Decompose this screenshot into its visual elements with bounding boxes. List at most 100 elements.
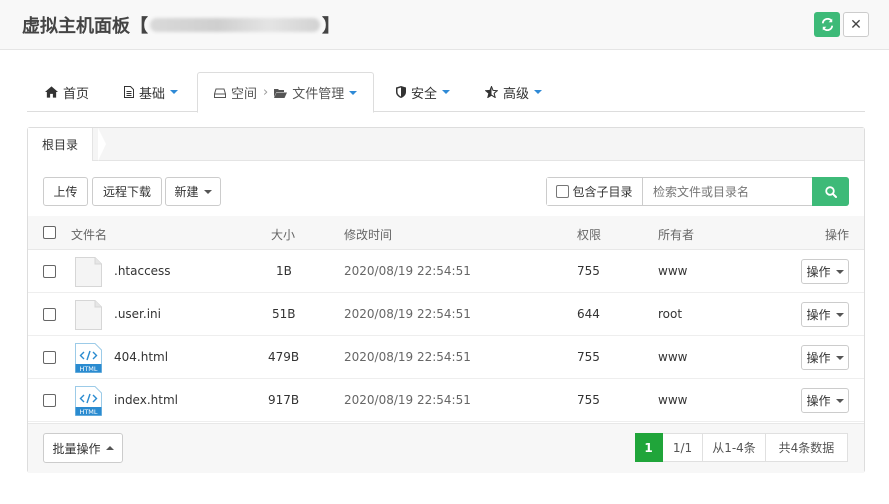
tab-security[interactable]: 安全 — [396, 72, 451, 112]
chevron-down-icon — [835, 398, 844, 403]
new-button[interactable]: 新建 — [165, 177, 221, 206]
table-row[interactable]: .htaccess 1B 2020/08/19 22:54:51 755 www… — [28, 250, 864, 293]
row-checkbox[interactable] — [43, 351, 56, 364]
file-size: 51B — [272, 307, 296, 321]
search-group: 包含子目录 — [546, 177, 849, 206]
page-total-label: 1/1 — [672, 440, 693, 455]
pagination: 1 1/1 从1-4条 共4条数据 — [635, 433, 848, 462]
page-current[interactable]: 1 — [635, 433, 663, 462]
col-mtime[interactable]: 修改时间 — [344, 226, 392, 243]
row-actions-label: 操作 — [806, 265, 831, 279]
star-icon — [485, 86, 498, 98]
page-total: 1/1 — [663, 433, 703, 462]
col-name[interactable]: 文件名 — [71, 226, 107, 243]
record-count-label: 共4条数据 — [778, 441, 835, 455]
row-actions-button[interactable]: 操作 — [801, 259, 849, 284]
refresh-button[interactable] — [814, 12, 840, 37]
file-owner[interactable]: root — [658, 307, 682, 321]
file-perm[interactable]: 644 — [577, 307, 600, 321]
chevron-down-icon — [203, 189, 212, 194]
drive-icon — [214, 88, 226, 98]
row-actions-button[interactable]: 操作 — [801, 302, 849, 327]
tab-basic-label: 基础 — [139, 86, 166, 102]
file-perm[interactable]: 755 — [577, 264, 600, 278]
chevron-down-icon — [835, 355, 844, 360]
col-perm[interactable]: 权限 — [577, 226, 601, 243]
chevron-right-icon: › — [263, 85, 269, 100]
include-subdir-toggle[interactable]: 包含子目录 — [547, 178, 643, 205]
breadcrumb-root-label: 根目录 — [42, 138, 79, 152]
table-row[interactable]: .user.ini 51B 2020/08/19 22:54:51 644 ro… — [28, 293, 864, 336]
redacted-hostname — [150, 18, 320, 32]
file-name[interactable]: index.html — [114, 393, 178, 407]
batch-actions-label: 批量操作 — [52, 441, 101, 456]
file-name[interactable]: .user.ini — [114, 307, 161, 321]
select-all-checkbox[interactable] — [43, 226, 56, 239]
tab-advanced-label: 高级 — [503, 86, 530, 102]
file-name[interactable]: 404.html — [114, 350, 168, 364]
file-mtime: 2020/08/19 22:54:51 — [344, 350, 471, 364]
search-icon — [824, 185, 837, 198]
record-count: 共4条数据 — [766, 433, 848, 462]
shield-icon — [396, 86, 406, 98]
file-owner[interactable]: www — [658, 264, 687, 278]
col-size[interactable]: 大小 — [271, 226, 295, 243]
upload-button-label: 上传 — [53, 185, 78, 199]
remote-download-label: 远程下载 — [102, 185, 151, 199]
row-checkbox[interactable] — [43, 265, 56, 278]
home-icon — [45, 86, 58, 98]
row-actions-button[interactable]: 操作 — [801, 345, 849, 370]
table-row[interactable]: HTML 404.html 479B 2020/08/19 22:54:51 7… — [28, 336, 864, 379]
file-icon — [75, 300, 102, 330]
chevron-up-icon — [105, 446, 114, 450]
remote-download-button[interactable]: 远程下载 — [92, 177, 162, 206]
file-name[interactable]: .htaccess — [114, 264, 171, 278]
breadcrumb-root[interactable]: 根目录 — [28, 128, 94, 161]
tab-space-label: 空间 — [231, 87, 258, 102]
file-mtime: 2020/08/19 22:54:51 — [344, 264, 471, 278]
tab-advanced[interactable]: 高级 — [485, 72, 543, 112]
page-range: 从1-4条 — [703, 433, 766, 462]
file-owner[interactable]: www — [658, 393, 687, 407]
row-actions-label: 操作 — [806, 351, 831, 365]
virtual-host-panel-modal: 虚拟主机面板【 】 ✕ 首页 基础 空间 › 文件管理 安全 高级 根目录 上传… — [0, 0, 889, 504]
include-subdir-label: 包含子目录 — [572, 185, 633, 199]
chevron-down-icon — [170, 90, 179, 94]
tab-basic[interactable]: 基础 — [124, 72, 179, 112]
col-owner[interactable]: 所有者 — [658, 226, 694, 243]
chevron-down-icon — [835, 312, 844, 317]
row-checkbox[interactable] — [43, 308, 56, 321]
file-size: 1B — [276, 264, 292, 278]
html-file-icon: HTML — [75, 386, 102, 416]
close-button[interactable]: ✕ — [843, 12, 869, 37]
tab-home[interactable]: 首页 — [45, 72, 89, 112]
chevron-down-icon — [442, 90, 451, 94]
modal-title: 虚拟主机面板【 】 — [22, 12, 340, 38]
tab-file-manager-label: 文件管理 — [292, 87, 345, 102]
table-row[interactable]: HTML index.html 917B 2020/08/19 22:54:51… — [28, 379, 864, 422]
file-manager-panel: 根目录 上传 远程下载 新建 包含子目录 文件名 大小 — [27, 127, 865, 473]
html-badge-text: HTML — [79, 365, 97, 373]
file-perm[interactable]: 755 — [577, 350, 600, 364]
include-subdir-checkbox[interactable] — [556, 185, 570, 198]
title-suffix: 】 — [322, 16, 340, 37]
folder-open-icon — [274, 88, 288, 98]
upload-button[interactable]: 上传 — [43, 177, 88, 206]
file-perm[interactable]: 755 — [577, 393, 600, 407]
close-icon: ✕ — [850, 16, 862, 33]
title-prefix: 虚拟主机面板【 — [22, 16, 148, 37]
row-actions-button[interactable]: 操作 — [801, 388, 849, 413]
row-checkbox[interactable] — [43, 394, 56, 407]
file-owner[interactable]: www — [658, 350, 687, 364]
tab-space[interactable]: 空间 › 文件管理 — [197, 72, 375, 113]
new-button-label: 新建 — [174, 185, 199, 199]
table-footer: 批量操作 1 1/1 从1-4条 共4条数据 — [28, 423, 864, 473]
page-current-label: 1 — [644, 440, 653, 455]
modal-header: 虚拟主机面板【 】 ✕ — [0, 0, 889, 50]
chevron-down-icon — [835, 269, 844, 274]
tab-security-label: 安全 — [411, 86, 438, 102]
file-mtime: 2020/08/19 22:54:51 — [344, 393, 471, 407]
page-range-label: 从1-4条 — [712, 441, 756, 455]
search-button[interactable] — [812, 177, 849, 206]
batch-actions-button[interactable]: 批量操作 — [43, 433, 123, 463]
